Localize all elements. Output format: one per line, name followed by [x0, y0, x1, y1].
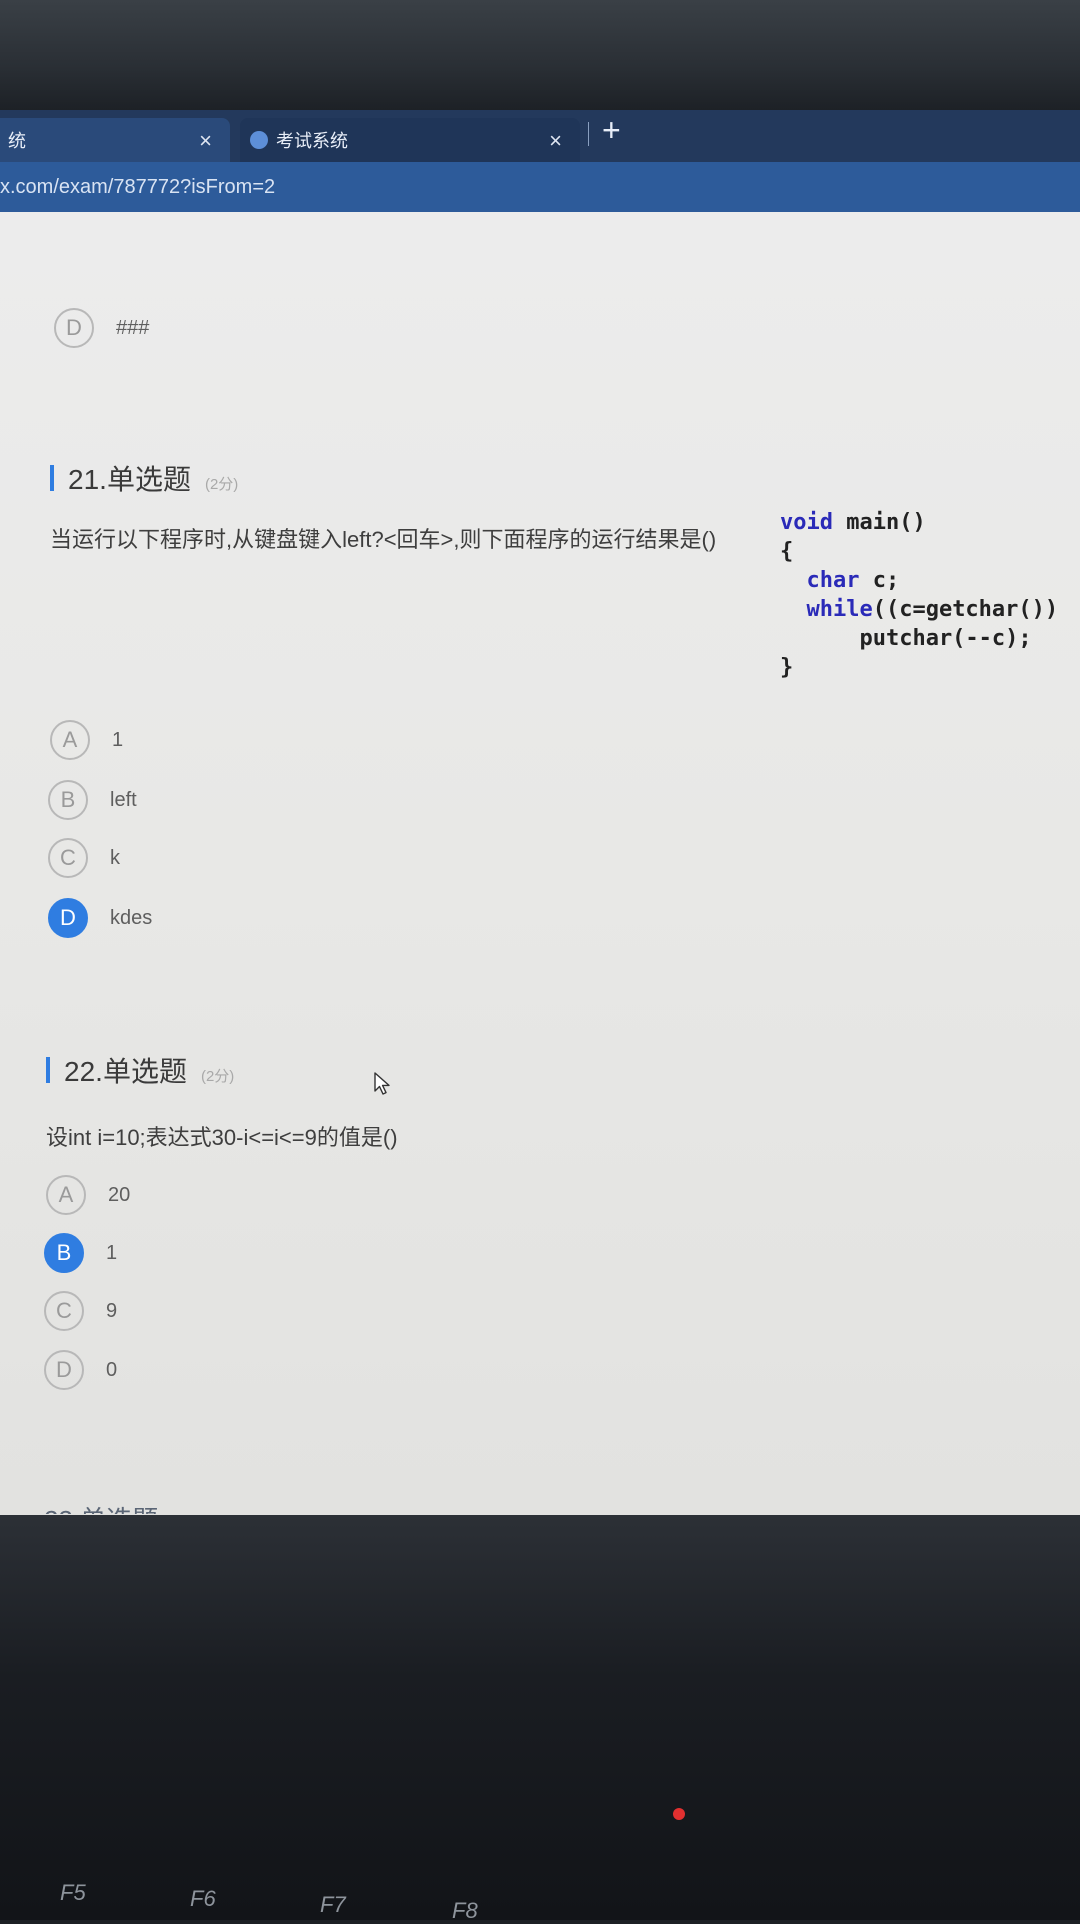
question-22-option-b[interactable]: B 1: [44, 1233, 117, 1273]
accent-bar: [46, 1057, 50, 1083]
laptop-keyboard-area: [0, 1515, 1080, 1920]
new-tab-button[interactable]: +: [602, 112, 621, 149]
question-type: 单选题: [102, 1056, 187, 1087]
indicator-light: [673, 1808, 685, 1820]
option-text: ###: [116, 316, 150, 339]
browser-tab-2[interactable]: 考试系统 ×: [240, 118, 580, 162]
key-f5: F5: [60, 1880, 86, 1905]
question-21-option-b[interactable]: B left: [48, 780, 137, 820]
option-radio[interactable]: B: [48, 780, 88, 820]
option-text: k: [110, 846, 120, 869]
tab-title: 统: [8, 131, 26, 151]
key-f8: F8: [452, 1898, 478, 1923]
question-type: 单选题: [106, 464, 191, 495]
question-23-header-partial: 23.单选题: [44, 1500, 158, 1514]
accent-bar: [50, 465, 54, 491]
option-text: left: [110, 788, 137, 811]
question-22-text: 设int i=10;表达式30-i<=i<=9的值是(): [46, 1125, 398, 1150]
question-21-option-a[interactable]: A 1: [50, 720, 123, 760]
question-21-header: 21. 单选题 (2分): [50, 458, 238, 498]
question-22-option-d[interactable]: D 0: [44, 1350, 117, 1390]
question-score: (2分): [204, 476, 239, 493]
key-f7: F7: [320, 1892, 346, 1917]
url-text: x.com/exam/787772?isFrom=2: [0, 176, 276, 198]
question-number: 22.: [64, 1056, 103, 1087]
browser-tab-bar: 统 × 考试系统 ×: [0, 110, 1080, 162]
code-snippet: void main() { char c; while((c=getchar()…: [780, 510, 1059, 680]
close-icon[interactable]: ×: [199, 128, 212, 154]
option-radio-selected[interactable]: D: [48, 898, 88, 938]
globe-icon: [250, 131, 268, 149]
option-text: 20: [108, 1183, 131, 1206]
tab-separator: [588, 122, 589, 146]
option-radio[interactable]: C: [44, 1291, 84, 1331]
mouse-pointer-icon: [374, 1072, 390, 1095]
question-22-option-a[interactable]: A 20: [46, 1175, 130, 1215]
option-radio-selected[interactable]: B: [44, 1233, 84, 1273]
prev-question-option-d[interactable]: D ###: [54, 308, 149, 348]
option-radio[interactable]: D: [44, 1350, 84, 1390]
monitor-bezel-top: [0, 0, 1080, 110]
option-text: 1: [106, 1241, 118, 1264]
question-21-option-d[interactable]: D kdes: [48, 898, 152, 938]
exam-page: [0, 212, 1080, 1522]
option-radio[interactable]: A: [50, 720, 90, 760]
question-score: (2分): [200, 1068, 235, 1085]
address-bar[interactable]: x.com/exam/787772?isFrom=2: [0, 162, 1080, 212]
option-text: 1: [112, 728, 124, 751]
option-radio[interactable]: D: [54, 308, 94, 348]
key-f6: F6: [190, 1886, 216, 1911]
option-radio[interactable]: C: [48, 838, 88, 878]
question-22-option-c[interactable]: C 9: [44, 1291, 117, 1331]
option-radio[interactable]: A: [46, 1175, 86, 1215]
question-22-header: 22. 单选题 (2分): [46, 1050, 234, 1090]
question-21-option-c[interactable]: C k: [48, 838, 120, 878]
option-text: 9: [106, 1299, 118, 1322]
question-21-text: 当运行以下程序时,从键盘键入left?<回车>,则下面程序的运行结果是(): [50, 527, 717, 552]
question-number: 21.: [68, 464, 107, 495]
close-icon[interactable]: ×: [549, 128, 562, 154]
option-text: kdes: [110, 906, 153, 929]
option-text: 0: [106, 1358, 118, 1381]
tab-title: 考试系统: [276, 131, 348, 151]
browser-tab-1[interactable]: 统 ×: [0, 118, 230, 162]
